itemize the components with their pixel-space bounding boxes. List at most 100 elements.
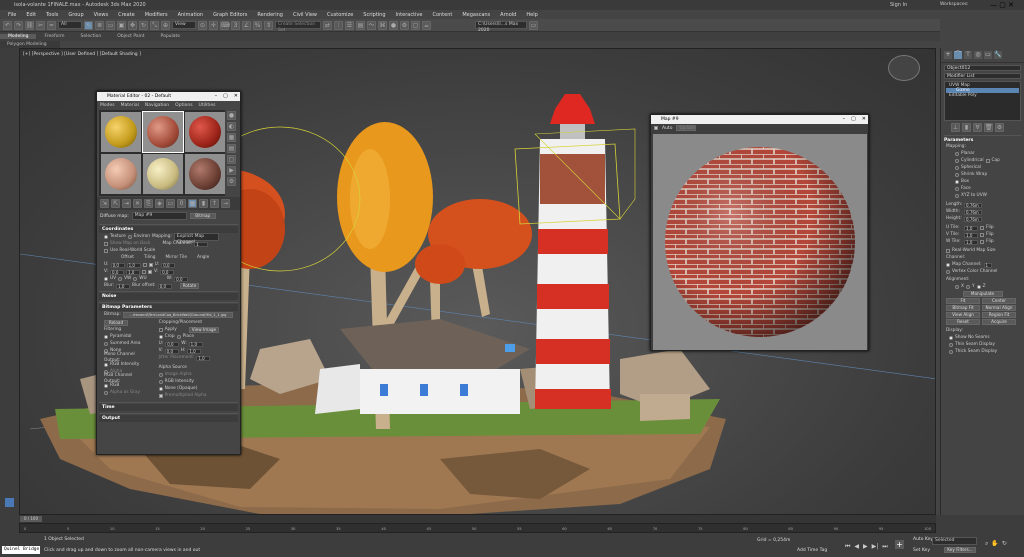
- reload-button[interactable]: Reload: [104, 320, 128, 326]
- update-button[interactable]: Update: [676, 125, 697, 131]
- manipulate-button[interactable]: Manipulate: [962, 291, 1003, 297]
- sample-slot[interactable]: [185, 154, 225, 194]
- pan-icon[interactable]: ✋: [991, 540, 998, 548]
- viewport-layout-icon[interactable]: [5, 498, 14, 507]
- remove-modifier-icon[interactable]: 🗑: [984, 123, 993, 132]
- menu-edit[interactable]: Edit: [21, 12, 41, 18]
- map-channel-spinner[interactable]: 1: [194, 241, 209, 247]
- u-offset-spinner[interactable]: 0,0: [110, 262, 125, 268]
- environ-radio[interactable]: [127, 235, 132, 239]
- sign-in[interactable]: Sign In: [890, 0, 907, 10]
- blur-offset-spinner[interactable]: 0,0: [157, 283, 172, 289]
- map-preview-area[interactable]: [653, 134, 867, 350]
- menu-file[interactable]: File: [3, 12, 21, 18]
- region-select-icon[interactable]: ▭: [106, 20, 115, 30]
- menu-scripting[interactable]: Scripting: [358, 12, 390, 18]
- menu-animation[interactable]: Animation: [173, 12, 209, 18]
- real-world-map-check[interactable]: [946, 249, 950, 253]
- tab-freeform[interactable]: Freeform: [36, 34, 72, 39]
- maximize-icon[interactable]: ▢: [223, 92, 228, 101]
- project-path-dropdown[interactable]: C:\Users\li...s Max 2020: [475, 21, 527, 33]
- material-editor-titlebar[interactable]: Material Editor - 02 - Default – ▢ ✕: [97, 92, 240, 101]
- render-icon[interactable]: ☕: [422, 20, 431, 30]
- xyz-uvw-radio[interactable]: [955, 194, 959, 198]
- go-sibling-icon[interactable]: →: [221, 199, 230, 208]
- menu-modes[interactable]: Modes: [100, 103, 115, 108]
- tab-modeling[interactable]: Modeling: [0, 34, 37, 39]
- render-frame-icon[interactable]: ▢: [411, 20, 420, 30]
- make-unique-icon[interactable]: ∀: [973, 123, 982, 132]
- menu-arnold[interactable]: Arnold: [495, 12, 521, 18]
- reset-map-icon[interactable]: ✕: [133, 199, 142, 208]
- close-icon[interactable]: ✕: [234, 92, 238, 101]
- select-icon[interactable]: ↖: [84, 20, 93, 30]
- show-in-viewport-icon[interactable]: ▦: [188, 199, 197, 208]
- window-controls[interactable]: — ▢ ✕: [990, 0, 1014, 10]
- blur-spinner[interactable]: 1,0: [116, 283, 131, 289]
- modify-tab-icon[interactable]: ⌒: [954, 51, 962, 59]
- move-icon[interactable]: ✥: [128, 20, 137, 30]
- motion-tab-icon[interactable]: ◎: [974, 51, 982, 59]
- tab-selection[interactable]: Selection: [73, 34, 110, 39]
- real-world-check[interactable]: [104, 249, 108, 253]
- rotate-icon[interactable]: ↻: [139, 20, 148, 30]
- view-image-button[interactable]: View Image: [188, 327, 220, 333]
- place-radio[interactable]: [176, 335, 181, 339]
- sample-slot[interactable]: [101, 112, 141, 152]
- vw-radio[interactable]: [118, 277, 123, 281]
- crop-radio[interactable]: [158, 335, 163, 339]
- rotate-button[interactable]: Rotate: [179, 283, 200, 289]
- map-channel-spinner[interactable]: 1: [983, 262, 992, 268]
- minimize-icon[interactable]: –: [843, 115, 846, 124]
- cap-check[interactable]: [985, 159, 990, 163]
- v-angle-spinner[interactable]: 0,0: [160, 269, 175, 275]
- align-icon[interactable]: ⫶: [334, 20, 343, 30]
- pivot-icon[interactable]: ⊙: [198, 20, 207, 30]
- width-spinner[interactable]: 0,76m: [964, 209, 982, 215]
- go-start-icon[interactable]: ⏮: [845, 543, 850, 551]
- backlight-icon[interactable]: ◐: [227, 122, 236, 131]
- menu-interactive[interactable]: Interactive: [391, 12, 428, 18]
- select-by-name-icon[interactable]: ≣: [95, 20, 104, 30]
- layer-icon[interactable]: ☰: [345, 20, 354, 30]
- autokey-button[interactable]: Auto Key: [913, 537, 933, 542]
- polygon-modeling-panel[interactable]: Polygon Modeling: [0, 41, 60, 48]
- get-material-icon[interactable]: ⇲: [100, 199, 109, 208]
- menu-views[interactable]: Views: [89, 12, 113, 18]
- fit-button[interactable]: Fit: [946, 298, 980, 304]
- menu-material[interactable]: Material: [121, 103, 139, 108]
- time-rollout[interactable]: Time: [99, 404, 238, 411]
- sample-slot[interactable]: [143, 154, 183, 194]
- menu-help[interactable]: Help: [521, 12, 542, 18]
- texture-radio[interactable]: [104, 235, 108, 239]
- scale-icon[interactable]: ⤡: [150, 20, 159, 30]
- link-icon[interactable]: ⛓: [25, 20, 34, 30]
- menu-content[interactable]: Content: [427, 12, 457, 18]
- configure-sets-icon[interactable]: ⚙: [995, 123, 1004, 132]
- put-to-scene-icon[interactable]: ⇱: [111, 199, 120, 208]
- center-button[interactable]: Center: [982, 298, 1016, 304]
- alpha-as-gray-radio[interactable]: [104, 391, 108, 395]
- utilities-tab-icon[interactable]: 🔧: [994, 51, 1002, 59]
- track-bar[interactable]: 0 5 10 15 20 25 30 35 40 45 50 55 60 65 70 75 80 85 90 95 10…: [19, 523, 936, 533]
- menu-create[interactable]: Create: [113, 12, 140, 18]
- tab-object-paint[interactable]: Object Paint: [109, 34, 152, 39]
- cylindrical-radio[interactable]: [955, 159, 959, 163]
- wtile-spinner[interactable]: 1,0: [964, 239, 978, 245]
- crop-w-spinner[interactable]: 1,0: [188, 341, 203, 347]
- summed-area-radio[interactable]: [104, 342, 108, 346]
- jitter-spinner[interactable]: 1,0: [196, 355, 211, 361]
- menu-graph-editors[interactable]: Graph Editors: [208, 12, 252, 18]
- make-preview-icon[interactable]: ▶: [227, 166, 236, 175]
- menu-civil-view[interactable]: Civil View: [288, 12, 322, 18]
- menu-modifiers[interactable]: Modifiers: [140, 12, 173, 18]
- go-parent-icon[interactable]: ↑: [210, 199, 219, 208]
- utile-spinner[interactable]: 1,0: [964, 225, 978, 231]
- render-setup-icon[interactable]: ⚙: [400, 20, 409, 30]
- background-icon[interactable]: ▦: [227, 133, 236, 142]
- angle-snap-icon[interactable]: ∠: [242, 20, 251, 30]
- noise-rollout[interactable]: Noise: [99, 293, 238, 300]
- thin-seam-radio[interactable]: [949, 343, 953, 347]
- v-flip-check[interactable]: [980, 233, 984, 237]
- height-spinner[interactable]: 0,76m: [964, 216, 982, 222]
